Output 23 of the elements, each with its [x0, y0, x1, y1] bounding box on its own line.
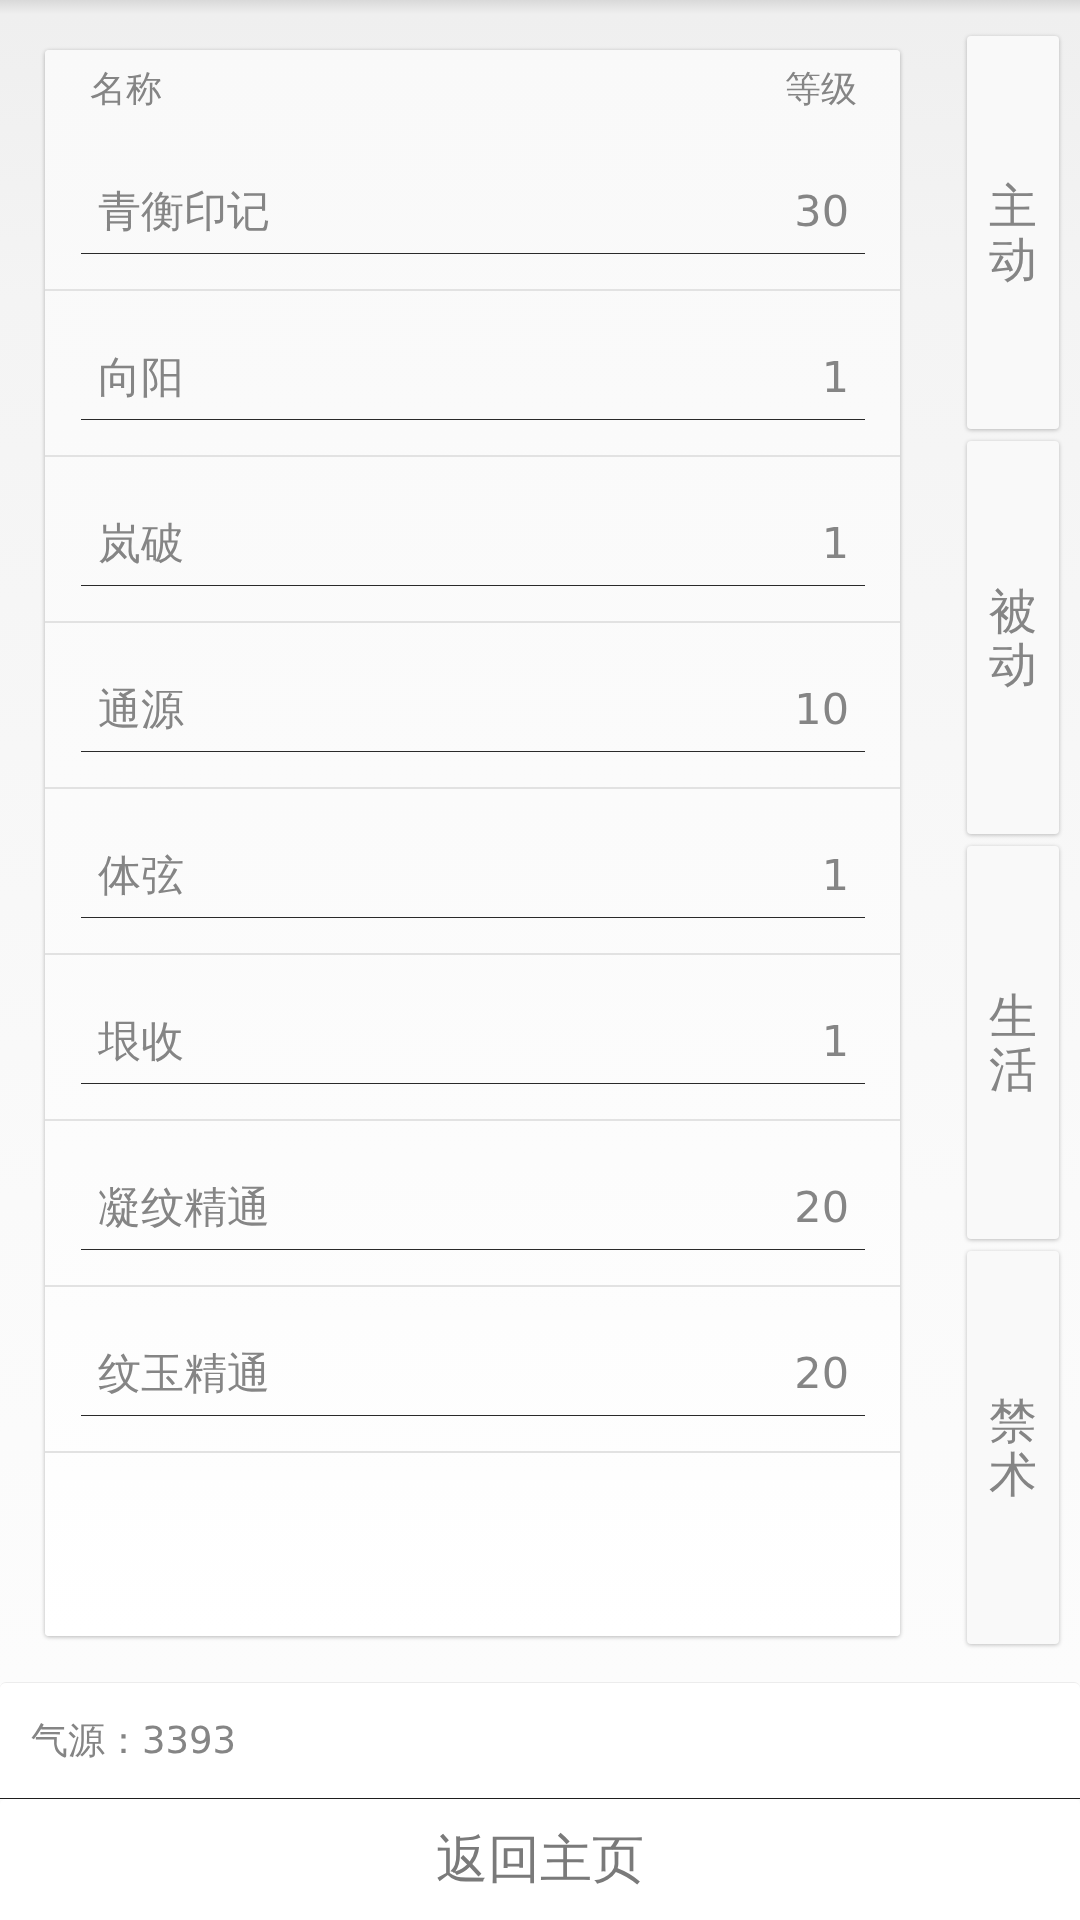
- category-tab[interactable]: 被动: [967, 441, 1059, 834]
- skill-grade: 1: [821, 1015, 849, 1067]
- skill-grade: 1: [821, 849, 849, 901]
- skill-grade: 30: [794, 185, 849, 237]
- skill-grade: 1: [821, 517, 849, 569]
- skill-name[interactable]: 向阳: [98, 351, 184, 403]
- skill-grade: 20: [794, 1181, 849, 1233]
- category-tab[interactable]: 主动: [967, 36, 1059, 429]
- skill-name[interactable]: 通源: [98, 683, 184, 735]
- skill-name[interactable]: 凝纹精通: [98, 1181, 270, 1233]
- resource-count: 气源：3393: [31, 1718, 237, 1763]
- category-tab[interactable]: 生活: [967, 846, 1059, 1239]
- skill-grade: 1: [821, 351, 849, 403]
- column-header: 等级: [785, 68, 857, 111]
- skill-grade: 10: [794, 683, 849, 735]
- skill-grade: 20: [794, 1347, 849, 1399]
- skill-name[interactable]: 岚破: [98, 517, 184, 569]
- skill-name[interactable]: 体弦: [98, 849, 184, 901]
- skill-name[interactable]: 纹玉精通: [98, 1347, 270, 1399]
- skill-name[interactable]: 青衡印记: [98, 185, 270, 237]
- column-header: 名称: [90, 68, 162, 111]
- category-tab[interactable]: 禁术: [967, 1251, 1059, 1644]
- skill-name[interactable]: 垠收: [98, 1015, 184, 1067]
